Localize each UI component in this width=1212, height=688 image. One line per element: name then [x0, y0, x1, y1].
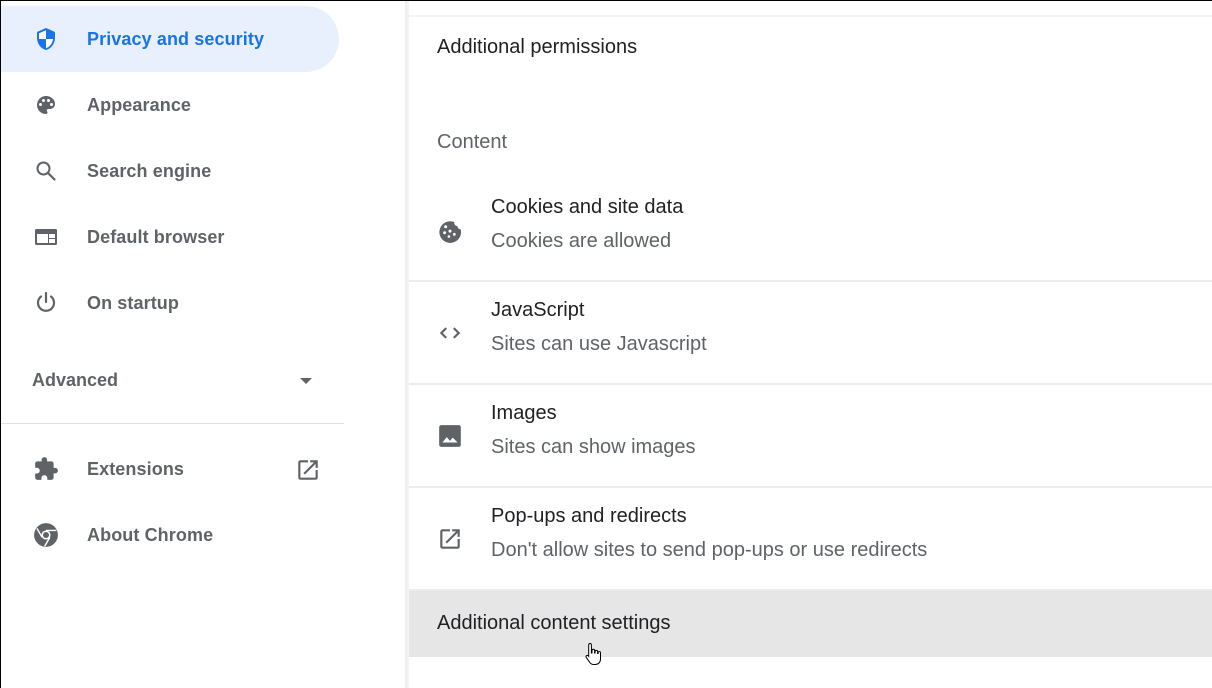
- setting-subtitle: Don't allow sites to send pop-ups or use…: [491, 539, 928, 561]
- sidebar-item-label: Default browser: [87, 226, 225, 247]
- sidebar-item-label: Privacy and security: [87, 28, 265, 49]
- sidebar-item-on-startup[interactable]: On startup: [1, 270, 339, 336]
- sidebar-item-label: About Chrome: [87, 524, 214, 545]
- settings-content-pane: Additional permissions Content Cookies a…: [409, 1, 1212, 688]
- chrome-settings-window: Privacy and security Appearance Search e…: [0, 0, 1212, 688]
- setting-title: Cookies and site data: [491, 196, 684, 218]
- setting-title: Pop-ups and redirects: [491, 505, 687, 527]
- sidebar-item-default-browser[interactable]: Default browser: [1, 204, 339, 270]
- setting-subtitle: Sites can show images: [491, 436, 696, 458]
- search-icon: [33, 158, 59, 184]
- settings-sidebar: Privacy and security Appearance Search e…: [1, 1, 405, 688]
- sidebar-item-label: Extensions: [87, 458, 185, 479]
- divider: [409, 15, 1212, 17]
- sidebar-item-about-chrome[interactable]: About Chrome: [1, 502, 339, 568]
- code-icon: [437, 320, 463, 346]
- setting-row-javascript[interactable]: JavaScript Sites can use Javascript: [409, 281, 1212, 384]
- setting-subtitle: Cookies are allowed: [491, 230, 672, 252]
- palette-icon: [33, 92, 59, 118]
- advanced-toggle[interactable]: Advanced: [1, 347, 339, 413]
- sidebar-item-privacy-and-security[interactable]: Privacy and security: [1, 6, 339, 72]
- sidebar-item-search-engine[interactable]: Search engine: [1, 138, 339, 204]
- sidebar-item-label: Search engine: [87, 160, 212, 181]
- additional-content-settings-label: Additional content settings: [437, 612, 671, 634]
- additional-permissions-link[interactable]: Additional permissions: [437, 36, 637, 59]
- setting-title: JavaScript: [491, 299, 585, 321]
- caret-down-icon: [300, 378, 312, 384]
- advanced-label: Advanced: [32, 369, 119, 390]
- browser-icon: [33, 224, 59, 250]
- sidebar-item-appearance[interactable]: Appearance: [1, 72, 339, 138]
- content-section-heading: Content: [437, 131, 508, 153]
- setting-row-cookies[interactable]: Cookies and site data Cookies are allowe…: [409, 178, 1212, 281]
- sidebar-divider: [1, 423, 344, 424]
- puzzle-icon: [33, 456, 59, 482]
- additional-content-settings-button[interactable]: Additional content settings: [409, 591, 1212, 657]
- power-icon: [33, 290, 59, 316]
- shield-icon: [33, 26, 59, 52]
- sidebar-item-label: Appearance: [87, 94, 192, 115]
- image-icon: [437, 423, 463, 449]
- open-in-new-icon[interactable]: [295, 457, 321, 483]
- setting-subtitle: Sites can use Javascript: [491, 333, 707, 355]
- sidebar-item-extensions[interactable]: Extensions: [1, 436, 339, 502]
- cookie-icon: [437, 217, 463, 243]
- setting-row-popups[interactable]: Pop-ups and redirects Don't allow sites …: [409, 487, 1212, 590]
- setting-row-images[interactable]: Images Sites can show images: [409, 384, 1212, 487]
- sidebar-item-label: On startup: [87, 292, 180, 313]
- open-in-new-icon: [437, 526, 463, 552]
- chrome-icon: [33, 522, 59, 548]
- setting-title: Images: [491, 402, 557, 424]
